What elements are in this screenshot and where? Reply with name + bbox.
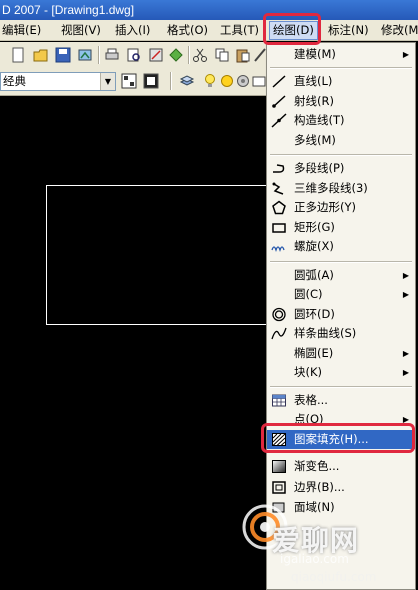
line-icon	[271, 74, 287, 89]
menu-item-line[interactable]: 直线(L)	[267, 72, 415, 91]
paste-icon[interactable]	[234, 46, 252, 64]
workspace-combo[interactable]: 经典 ▼	[0, 72, 116, 91]
submenu-arrow-icon: ▶	[402, 368, 409, 377]
workspace-settings-icon[interactable]	[120, 72, 138, 90]
menu-view[interactable]: 视图(V)	[61, 22, 101, 39]
3d-polyline-icon	[271, 181, 287, 196]
submenu-arrow-icon: ▶	[402, 349, 409, 358]
boundary-icon	[271, 480, 287, 495]
menu-item-spline[interactable]: 样条曲线(S)	[267, 324, 415, 343]
table-icon	[271, 393, 287, 408]
workspace-toolbar: 经典 ▼	[0, 68, 266, 96]
menu-tools[interactable]: 工具(T)	[220, 22, 259, 39]
copy-icon[interactable]	[213, 46, 231, 64]
submenu-arrow-icon: ▶	[402, 271, 409, 280]
submenu-arrow-icon: ▶	[402, 290, 409, 299]
menu-format[interactable]: 格式(O)	[167, 22, 208, 39]
spline-icon	[271, 326, 287, 341]
menu-item-point[interactable]: 点(O) ▶	[267, 410, 415, 429]
watermark-url: igaliao.com	[280, 552, 349, 566]
submenu-arrow-icon: ▶	[402, 415, 409, 424]
layer-on-icon[interactable]	[201, 72, 219, 90]
polyline-icon	[271, 161, 287, 176]
menu-item-arc[interactable]: 圆弧(A) ▶	[267, 266, 415, 285]
new-icon[interactable]	[9, 46, 27, 64]
match-properties-icon[interactable]	[252, 46, 266, 64]
menu-item-polygon[interactable]: 正多边形(Y)	[267, 198, 415, 217]
workspace-combo-value: 经典	[3, 74, 26, 88]
watermark-url-secondary: qiaoqiufu.com	[291, 570, 377, 584]
standard-toolbar	[0, 42, 266, 68]
menu-item-multiline[interactable]: 多线(M)	[267, 131, 415, 150]
chevron-down-icon[interactable]: ▼	[100, 73, 115, 90]
plot-icon[interactable]	[147, 46, 165, 64]
menu-dimension[interactable]: 标注(N)	[328, 22, 369, 39]
menu-draw[interactable]: 绘图(D)	[269, 21, 318, 40]
menu-insert[interactable]: 插入(I)	[115, 22, 150, 39]
menu-item-circle[interactable]: 圆(C) ▶	[267, 285, 415, 304]
etransmit-icon[interactable]	[167, 46, 185, 64]
print-preview-icon[interactable]	[125, 46, 143, 64]
layer-properties-icon[interactable]	[178, 72, 196, 90]
open-icon[interactable]	[32, 46, 50, 64]
menu-item-construction-line[interactable]: 构造线(T)	[267, 111, 415, 130]
menu-item-hatch[interactable]: 图案填充(H)...	[267, 430, 415, 449]
menu-item-3d-polyline[interactable]: 三维多段线(3)	[267, 179, 415, 198]
polygon-icon	[271, 200, 287, 215]
menu-item-rectangle[interactable]: 矩形(G)	[267, 218, 415, 237]
menu-bar: 编辑(E) 视图(V) 插入(I) 格式(O) 工具(T) 绘图(D) 标注(N…	[0, 20, 418, 41]
construction-line-icon	[271, 113, 287, 128]
menu-item-polyline[interactable]: 多段线(P)	[267, 159, 415, 178]
window-title-bar: D 2007 - [Drawing1.dwg]	[0, 0, 418, 20]
cut-icon[interactable]	[191, 46, 209, 64]
gradient-icon	[271, 459, 287, 474]
menu-item-ray[interactable]: 射线(R)	[267, 92, 415, 111]
publish-icon[interactable]	[76, 46, 94, 64]
donut-icon	[271, 307, 287, 322]
print-icon[interactable]	[103, 46, 121, 64]
menu-edit[interactable]: 编辑(E)	[2, 22, 41, 39]
menu-modify[interactable]: 修改(M	[381, 22, 418, 39]
helix-icon	[271, 239, 287, 254]
menu-item-donut[interactable]: 圆环(D)	[267, 305, 415, 324]
drawing-canvas[interactable]	[0, 96, 268, 590]
menu-item-modeling[interactable]: 建模(M) ▶	[267, 45, 415, 64]
save-icon[interactable]	[54, 46, 72, 64]
menu-item-helix[interactable]: 螺旋(X)	[267, 237, 415, 256]
hatch-icon	[271, 432, 287, 447]
menu-item-ellipse[interactable]: 椭圆(E) ▶	[267, 344, 415, 363]
window-title: D 2007 - [Drawing1.dwg]	[2, 3, 135, 17]
menu-item-boundary[interactable]: 边界(B)...	[267, 478, 415, 497]
rectangle-icon	[271, 220, 287, 235]
submenu-arrow-icon: ▶	[402, 50, 409, 59]
menu-item-gradient[interactable]: 渐变色...	[267, 457, 415, 476]
menu-item-region[interactable]: 面域(N)	[267, 498, 415, 517]
layer-color-icon[interactable]	[250, 72, 266, 90]
drawn-rectangle	[46, 185, 268, 325]
workspace-save-icon[interactable]	[142, 72, 160, 90]
menu-item-block[interactable]: 块(K) ▶	[267, 363, 415, 382]
ray-icon	[271, 94, 287, 109]
menu-item-table[interactable]: 表格...	[267, 391, 415, 410]
